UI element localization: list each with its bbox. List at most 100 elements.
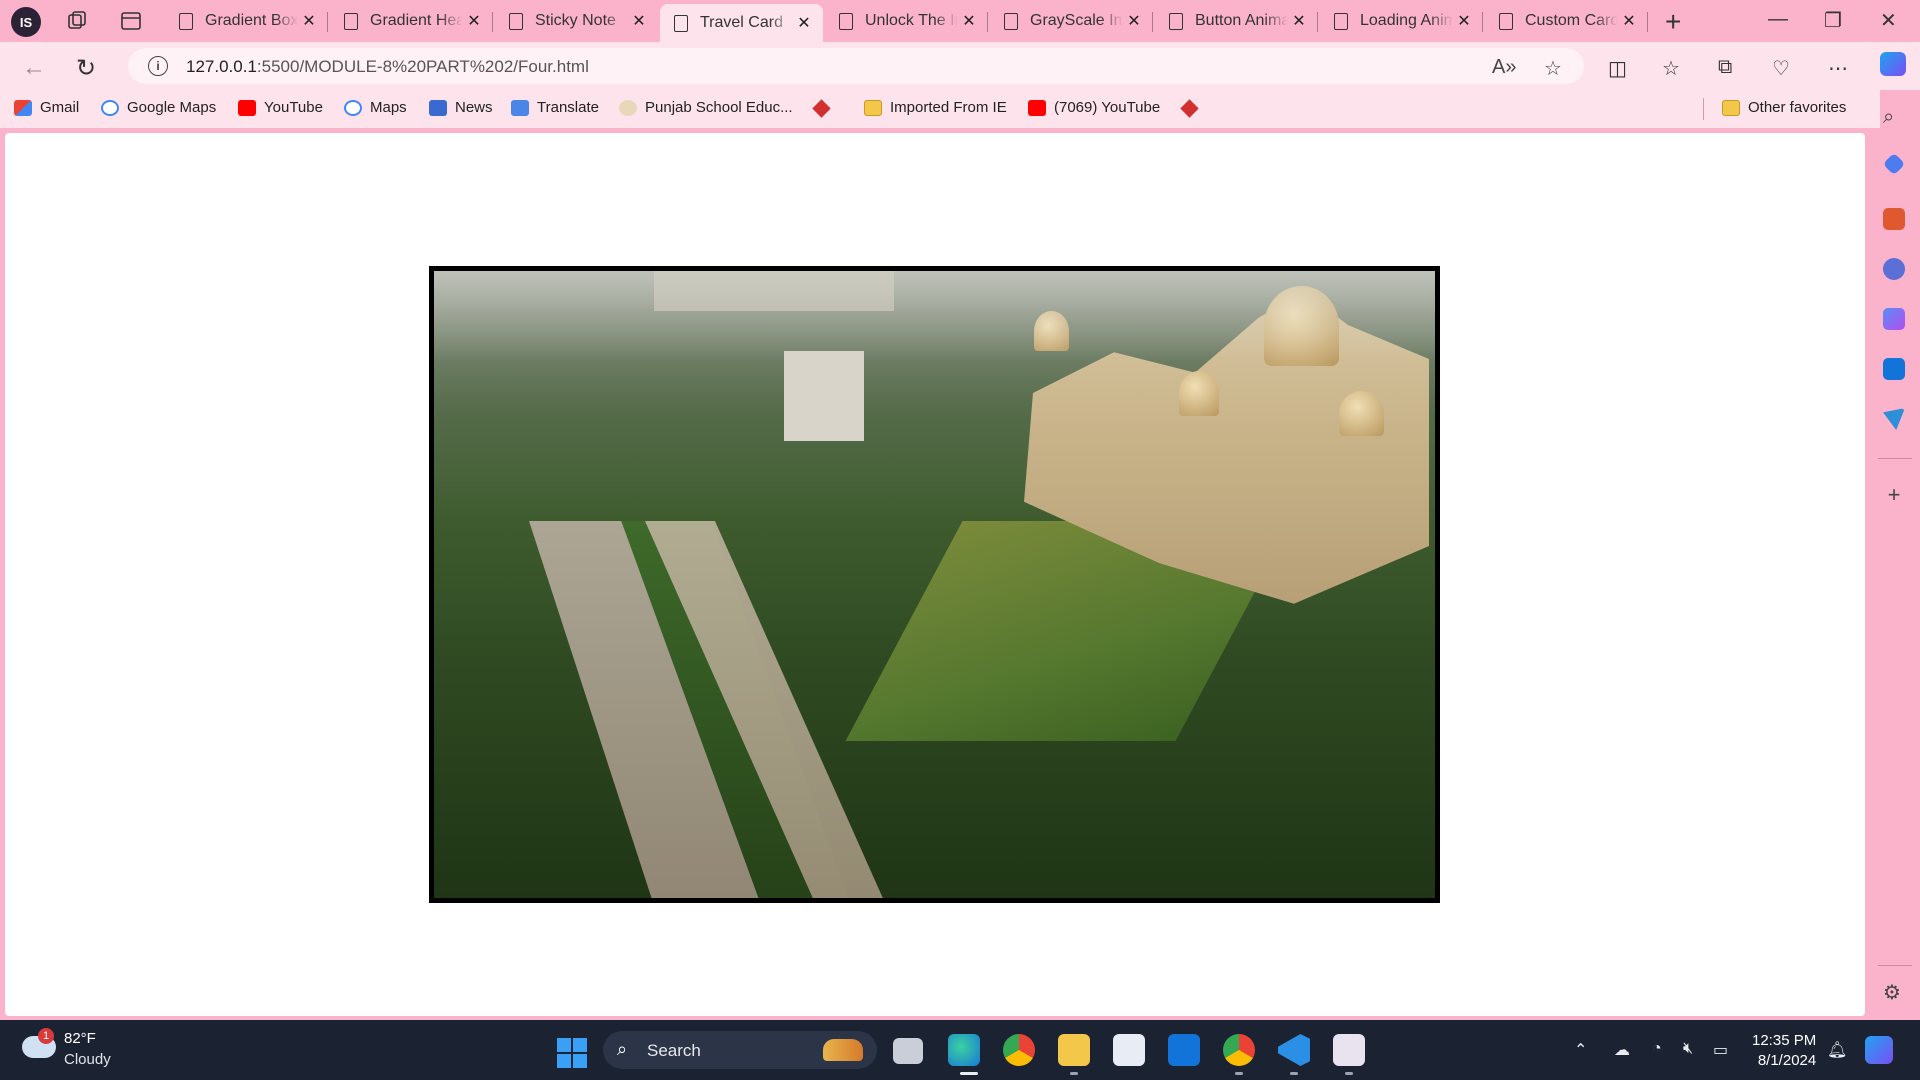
url-text[interactable]: 127.0.0.1:5500/MODULE-8%20PART%202/Four.…: [186, 57, 589, 77]
document-icon: [674, 14, 688, 32]
close-tab-icon[interactable]: ✕: [298, 11, 320, 31]
read-aloud-icon[interactable]: A»: [1492, 56, 1516, 79]
chrome-profile-app-icon[interactable]: [1223, 1034, 1255, 1066]
bookmark-translate[interactable]: Translate: [511, 99, 599, 116]
edge-app-icon[interactable]: [948, 1034, 980, 1066]
tab-button-animation[interactable]: Button Animation✕: [1155, 4, 1318, 38]
outlook-icon[interactable]: [1883, 358, 1905, 380]
refresh-icon[interactable]: ↻: [76, 54, 96, 83]
copilot-icon[interactable]: [1880, 52, 1906, 76]
tab-gradient-box[interactable]: Gradient Box ✕: [165, 4, 328, 38]
bookmark-news[interactable]: News: [429, 99, 493, 116]
store-app-icon[interactable]: [1113, 1034, 1145, 1066]
close-tab-icon[interactable]: ✕: [1123, 11, 1145, 31]
close-tab-icon[interactable]: ✕: [1618, 11, 1640, 31]
chrome-app-icon[interactable]: [1003, 1034, 1035, 1066]
other-favorites[interactable]: Other favorites: [1722, 99, 1846, 116]
close-tab-icon[interactable]: ✕: [1288, 11, 1310, 31]
onedrive-offline-icon[interactable]: ☁: [1614, 1040, 1630, 1060]
vscode-app-icon[interactable]: [1278, 1034, 1310, 1066]
bookmark-maps[interactable]: Maps: [344, 99, 407, 116]
copilot-taskbar-icon[interactable]: [1865, 1036, 1893, 1064]
favorites-icon[interactable]: ☆: [1662, 56, 1680, 81]
close-window-icon[interactable]: ✕: [1880, 8, 1897, 33]
close-tab-icon[interactable]: ✕: [628, 11, 650, 31]
minimize-icon[interactable]: —: [1768, 8, 1788, 31]
tab-gradient-header[interactable]: Gradient Header✕: [330, 4, 493, 38]
youtube-icon: [238, 99, 256, 116]
close-tab-icon[interactable]: ✕: [463, 11, 485, 31]
battery-icon[interactable]: ▭: [1713, 1040, 1728, 1060]
app-indicator: [1235, 1072, 1243, 1075]
games-icon[interactable]: [1883, 258, 1905, 280]
city-palace-photo: [434, 271, 1435, 898]
notifications-bell-icon[interactable]: 🔔︎: [1827, 1040, 1847, 1060]
vertical-tabs-icon[interactable]: [120, 10, 142, 32]
system-clock[interactable]: 12:35 PM 8/1/2024: [1752, 1031, 1816, 1071]
close-tab-icon[interactable]: ✕: [793, 13, 815, 33]
bookmark-imported-from-ie[interactable]: Imported From IE: [864, 99, 1007, 116]
close-tab-icon[interactable]: ✕: [958, 11, 980, 31]
school-icon: [619, 99, 637, 116]
bookmarks-divider: [1703, 98, 1704, 120]
snipping-tool-icon[interactable]: [1333, 1034, 1365, 1066]
close-tab-icon[interactable]: ✕: [1453, 11, 1475, 31]
start-windows-icon[interactable]: [557, 1038, 587, 1068]
tab-loading-animation[interactable]: Loading Animation✕: [1320, 4, 1483, 38]
drop-icon[interactable]: [1883, 408, 1905, 430]
google-icon: [344, 99, 362, 116]
add-sidebar-app-icon[interactable]: +: [1883, 484, 1905, 506]
tab-grayscale-image[interactable]: GrayScale Image✕: [990, 4, 1153, 38]
volume-muted-icon[interactable]: 🔇︎: [1683, 1040, 1693, 1058]
new-tab-icon[interactable]: +: [1665, 6, 1681, 38]
search-icon[interactable]: ⌕: [1883, 106, 1905, 128]
browser-essentials-icon[interactable]: ♡: [1772, 56, 1790, 81]
app-indicator: [1290, 1072, 1298, 1075]
taskbar-search[interactable]: ⌕ Search: [603, 1031, 877, 1069]
shopping-tag-icon[interactable]: [1882, 152, 1906, 176]
site-info-icon[interactable]: i: [148, 56, 168, 76]
bookmark-google-maps[interactable]: Google Maps: [101, 99, 216, 116]
task-view-icon[interactable]: [893, 1038, 923, 1064]
file-explorer-icon[interactable]: [1058, 1034, 1090, 1066]
microsoft365-icon[interactable]: [1883, 308, 1905, 330]
split-screen-icon[interactable]: ◫: [1608, 56, 1627, 81]
show-hidden-icons[interactable]: ⌃: [1574, 1040, 1587, 1060]
restore-icon[interactable]: ❐: [1824, 8, 1842, 33]
bookmark-youtube[interactable]: YouTube: [238, 99, 323, 116]
sidebar-settings-icon[interactable]: ⚙: [1883, 980, 1905, 1004]
tab-unlock-the-image[interactable]: Unlock The Image✕: [825, 4, 988, 38]
back-icon[interactable]: ←: [22, 54, 46, 82]
bookmark-punjab-school[interactable]: Punjab School Educ...: [619, 99, 793, 116]
document-icon: [179, 12, 193, 30]
tab-sticky-note[interactable]: Sticky Note ✕: [495, 4, 658, 38]
favorite-star-icon[interactable]: ☆: [1544, 56, 1562, 81]
document-icon: [1334, 12, 1348, 30]
bookmark-gmail[interactable]: Gmail: [14, 99, 79, 116]
tab-travel-card[interactable]: Travel Card ✕: [660, 4, 823, 42]
weather-condition[interactable]: Cloudy: [64, 1051, 111, 1068]
document-icon: [1169, 12, 1183, 30]
translate-icon: [511, 99, 529, 116]
app-indicator: [1345, 1072, 1353, 1075]
profile-avatar[interactable]: IS: [11, 7, 41, 37]
tools-icon[interactable]: [1883, 208, 1905, 230]
bookmark-diamond-2[interactable]: [1180, 99, 1199, 118]
wifi-icon[interactable]: ◔: [1652, 1040, 1662, 1058]
outlook-app-icon[interactable]: [1168, 1034, 1200, 1066]
weather-temperature[interactable]: 82°F: [64, 1030, 96, 1047]
document-icon: [1499, 12, 1513, 30]
more-menu-icon[interactable]: ⋯: [1828, 56, 1848, 81]
document-icon: [839, 12, 853, 30]
tab-custom-card[interactable]: Custom Card ✕: [1485, 4, 1648, 38]
document-icon: [1004, 12, 1018, 30]
collections-icon[interactable]: ⧉: [1718, 56, 1732, 79]
search-icon: ⌕: [617, 1039, 628, 1059]
bookmark-diamond[interactable]: [812, 99, 831, 118]
edge-sidebar: ⌕ + ⚙: [1870, 90, 1920, 1016]
workspaces-icon[interactable]: [66, 10, 88, 32]
folder-icon: [1722, 99, 1740, 116]
address-bar[interactable]: i 127.0.0.1:5500/MODULE-8%20PART%202/Fou…: [128, 48, 1584, 84]
bookmark-youtube-7069[interactable]: (7069) YouTube: [1028, 99, 1160, 116]
diamond-icon: [812, 99, 831, 118]
